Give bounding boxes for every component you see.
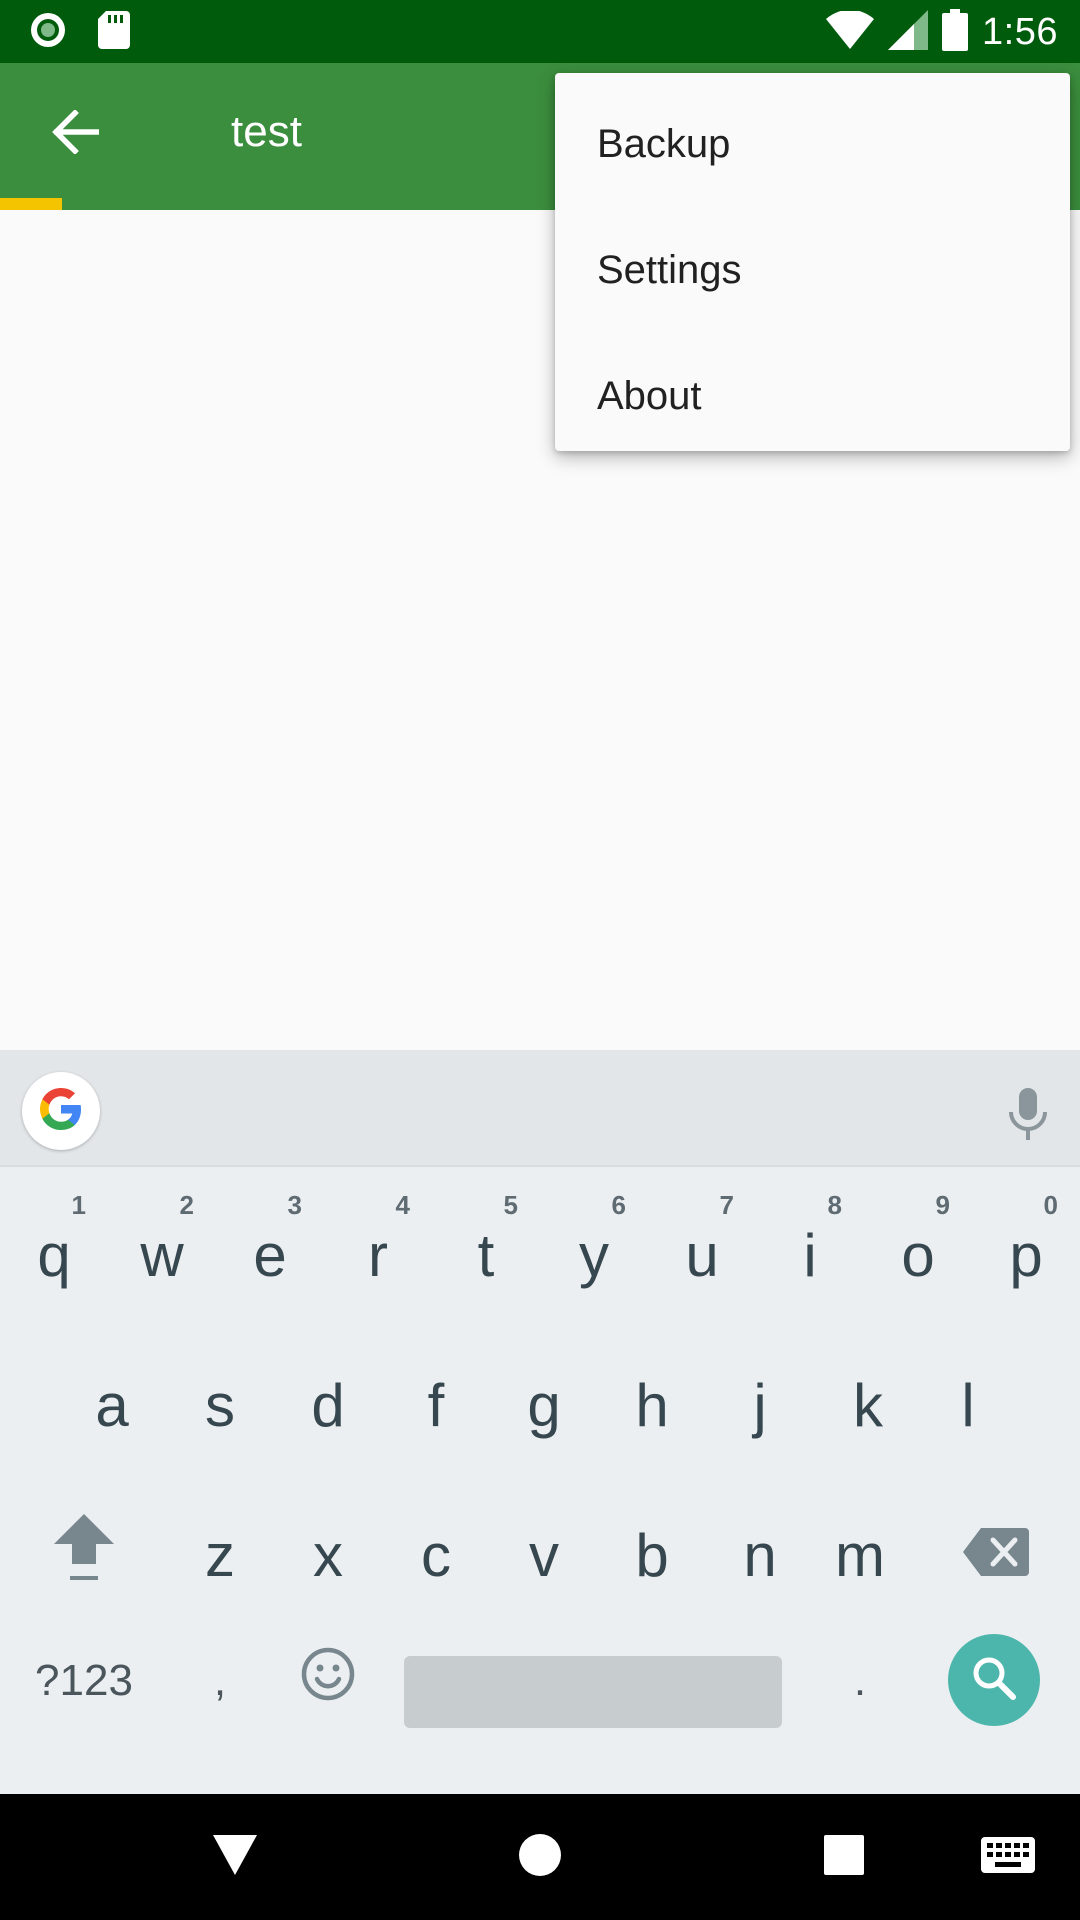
sd-card-icon [98, 10, 130, 54]
key-r[interactable]: r4 [324, 1180, 432, 1330]
record-icon [28, 10, 68, 55]
wifi-icon [826, 9, 875, 54]
nav-back-button[interactable] [196, 1794, 274, 1920]
back-button[interactable] [40, 99, 110, 169]
emoji-key[interactable] [274, 1628, 382, 1734]
keyboard-row-3: z x c v b n m [0, 1480, 1080, 1630]
arrow-back-icon [51, 108, 100, 159]
backspace-key[interactable] [936, 1480, 1056, 1630]
navigation-bar [0, 1794, 1080, 1920]
key-j[interactable]: j [706, 1330, 814, 1480]
keyboard-switch-icon [981, 1836, 1035, 1878]
nav-keyboard-switch-button[interactable] [966, 1794, 1050, 1920]
suggestion-bar [0, 1050, 1080, 1167]
status-bar: 1:56 [0, 0, 1080, 63]
key-s[interactable]: s [166, 1330, 274, 1480]
search-icon [971, 1655, 1017, 1706]
menu-item-backup[interactable]: Backup [555, 81, 1070, 207]
smiley-icon [300, 1646, 356, 1716]
key-m[interactable]: m [806, 1480, 914, 1630]
key-l[interactable]: l [914, 1330, 1022, 1480]
key-x[interactable]: x [274, 1480, 382, 1630]
nav-recents-button[interactable] [804, 1794, 884, 1920]
shift-key[interactable] [24, 1480, 144, 1630]
tab-indicator [0, 198, 62, 210]
key-h[interactable]: h [598, 1330, 706, 1480]
key-o[interactable]: o9 [864, 1180, 972, 1330]
shift-arrow-icon [52, 1512, 116, 1598]
key-y[interactable]: y6 [540, 1180, 648, 1330]
recents-square-icon [824, 1834, 864, 1880]
microphone-icon [1006, 1088, 1050, 1146]
key-q[interactable]: q1 [0, 1180, 108, 1330]
menu-item-about[interactable]: About [555, 333, 1070, 459]
key-a[interactable]: a [58, 1330, 166, 1480]
key-e[interactable]: e3 [216, 1180, 324, 1330]
key-g[interactable]: g [490, 1330, 598, 1480]
key-i[interactable]: i8 [756, 1180, 864, 1330]
soft-keyboard: q1 w2 e3 r4 t5 y6 u7 i8 o9 p0 a s d f g … [0, 1050, 1080, 1794]
page-title: test [231, 107, 302, 156]
keyboard-row-4: ?123 , . [0, 1628, 1080, 1778]
key-v[interactable]: v [490, 1480, 598, 1630]
key-f[interactable]: f [382, 1330, 490, 1480]
key-u[interactable]: u7 [648, 1180, 756, 1330]
key-k[interactable]: k [814, 1330, 922, 1480]
google-g-icon [36, 1084, 86, 1139]
back-triangle-icon [213, 1834, 257, 1880]
menu-item-settings[interactable]: Settings [555, 207, 1070, 333]
backspace-icon [963, 1521, 1029, 1590]
nav-home-button[interactable] [500, 1794, 580, 1920]
battery-icon [942, 8, 969, 56]
keyboard-row-2: a s d f g h j k l [0, 1330, 1080, 1480]
key-t[interactable]: t5 [432, 1180, 540, 1330]
voice-input-button[interactable] [1006, 1086, 1050, 1142]
comma-key[interactable]: , [166, 1628, 274, 1734]
key-p[interactable]: p0 [972, 1180, 1080, 1330]
key-b[interactable]: b [598, 1480, 706, 1630]
home-circle-icon [518, 1833, 562, 1882]
google-search-button[interactable] [22, 1072, 100, 1150]
key-z[interactable]: z [166, 1480, 274, 1630]
key-n[interactable]: n [706, 1480, 814, 1630]
space-bar[interactable] [404, 1656, 782, 1728]
key-w[interactable]: w2 [108, 1180, 216, 1330]
keyboard-row-1: q1 w2 e3 r4 t5 y6 u7 i8 o9 p0 [0, 1180, 1080, 1330]
key-d[interactable]: d [274, 1330, 382, 1480]
search-action-key[interactable] [948, 1634, 1040, 1726]
symbols-key[interactable]: ?123 [14, 1628, 154, 1734]
key-c[interactable]: c [382, 1480, 490, 1630]
signal-icon [888, 9, 929, 55]
period-key[interactable]: . [806, 1628, 914, 1734]
status-time: 1:56 [982, 10, 1058, 53]
overflow-menu: Backup Settings About [555, 73, 1070, 451]
